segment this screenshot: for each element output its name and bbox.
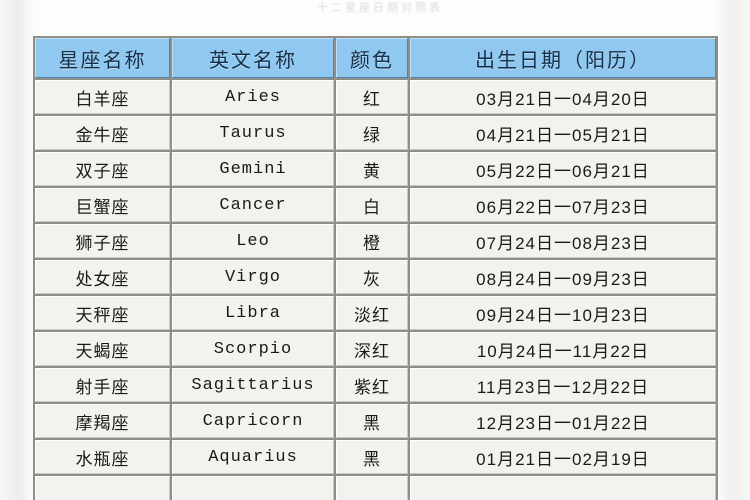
column-header-color: 颜色 — [336, 38, 408, 78]
table-header-row: 星座名称 英文名称 颜色 出生日期（阳历） — [35, 38, 716, 78]
cell-color: 黄 — [336, 152, 408, 186]
cell-zodiac-name: 天蝎座 — [35, 332, 170, 366]
cell-birth-date: 07月24日一08月23日 — [410, 224, 716, 258]
cell-english-name: Libra — [172, 296, 334, 330]
cell-color: 深红 — [336, 332, 408, 366]
cell-birth-date: 09月24日一10月23日 — [410, 296, 716, 330]
cell-english-name: Taurus — [172, 116, 334, 150]
cell-birth-date: 08月24日一09月23日 — [410, 260, 716, 294]
cell-color: 绿 — [336, 116, 408, 150]
cell-zodiac-name: 双子座 — [35, 152, 170, 186]
cell-color: 黑 — [336, 404, 408, 438]
table-row — [35, 476, 716, 500]
cell-birth-date: 12月23日一01月22日 — [410, 404, 716, 438]
cell-zodiac-name: 狮子座 — [35, 224, 170, 258]
cell-zodiac-name: 水瓶座 — [35, 440, 170, 474]
cell-english-name: Capricorn — [172, 404, 334, 438]
table-row: 射手座 Sagittarius 紫红 11月23日一12月22日 — [35, 368, 716, 402]
zodiac-date-table: 星座名称 英文名称 颜色 出生日期（阳历） 白羊座 Aries 红 03月21日一04… — [33, 36, 718, 500]
column-header-zodiac-name: 星座名称 — [35, 38, 170, 78]
cell-birth-date — [410, 476, 716, 500]
table-header: 星座名称 英文名称 颜色 出生日期（阳历） — [35, 38, 716, 78]
page-canvas: 十二星座日期对照表 星座名称 英文名称 颜色 出生日期（阳历） 白羊座 Aries… — [0, 0, 750, 500]
table-row: 天秤座 Libra 淡红 09月24日一10月23日 — [35, 296, 716, 330]
cell-color: 紫红 — [336, 368, 408, 402]
cell-zodiac-name: 处女座 — [35, 260, 170, 294]
cell-color: 灰 — [336, 260, 408, 294]
cell-english-name: Virgo — [172, 260, 334, 294]
cell-english-name: Leo — [172, 224, 334, 258]
cell-english-name: Cancer — [172, 188, 334, 222]
cell-color: 橙 — [336, 224, 408, 258]
cell-english-name: Aquarius — [172, 440, 334, 474]
cell-color: 淡红 — [336, 296, 408, 330]
cell-english-name: Gemini — [172, 152, 334, 186]
cell-color: 白 — [336, 188, 408, 222]
cell-english-name: Aries — [172, 80, 334, 114]
cell-birth-date: 05月22日一06月21日 — [410, 152, 716, 186]
table-row: 巨蟹座 Cancer 白 06月22日一07月23日 — [35, 188, 716, 222]
table-row: 处女座 Virgo 灰 08月24日一09月23日 — [35, 260, 716, 294]
cell-birth-date: 11月23日一12月22日 — [410, 368, 716, 402]
cell-zodiac-name: 金牛座 — [35, 116, 170, 150]
cell-english-name: Scorpio — [172, 332, 334, 366]
cell-birth-date: 04月21日一05月21日 — [410, 116, 716, 150]
cell-zodiac-name — [35, 476, 170, 500]
column-header-english-name: 英文名称 — [172, 38, 334, 78]
cell-color: 红 — [336, 80, 408, 114]
table-row: 天蝎座 Scorpio 深红 10月24日一11月22日 — [35, 332, 716, 366]
cell-birth-date: 06月22日一07月23日 — [410, 188, 716, 222]
table-row: 白羊座 Aries 红 03月21日一04月20日 — [35, 80, 716, 114]
table-row: 摩羯座 Capricorn 黑 12月23日一01月22日 — [35, 404, 716, 438]
cell-color — [336, 476, 408, 500]
column-header-birth-date: 出生日期（阳历） — [410, 38, 716, 78]
cell-birth-date: 10月24日一11月22日 — [410, 332, 716, 366]
cell-birth-date: 01月21日一02月19日 — [410, 440, 716, 474]
cell-color: 黑 — [336, 440, 408, 474]
cell-english-name — [172, 476, 334, 500]
table-row: 水瓶座 Aquarius 黑 01月21日一02月19日 — [35, 440, 716, 474]
cell-zodiac-name: 射手座 — [35, 368, 170, 402]
cell-zodiac-name: 摩羯座 — [35, 404, 170, 438]
cell-english-name: Sagittarius — [172, 368, 334, 402]
table-row: 狮子座 Leo 橙 07月24日一08月23日 — [35, 224, 716, 258]
cell-birth-date: 03月21日一04月20日 — [410, 80, 716, 114]
cell-zodiac-name: 巨蟹座 — [35, 188, 170, 222]
cropped-banner-remnant: 十二星座日期对照表 — [317, 2, 443, 14]
table-body: 白羊座 Aries 红 03月21日一04月20日 金牛座 Taurus 绿 04月21日一0… — [35, 80, 716, 500]
cell-zodiac-name: 天秤座 — [35, 296, 170, 330]
table-row: 金牛座 Taurus 绿 04月21日一05月21日 — [35, 116, 716, 150]
cell-zodiac-name: 白羊座 — [35, 80, 170, 114]
table-row: 双子座 Gemini 黄 05月22日一06月21日 — [35, 152, 716, 186]
